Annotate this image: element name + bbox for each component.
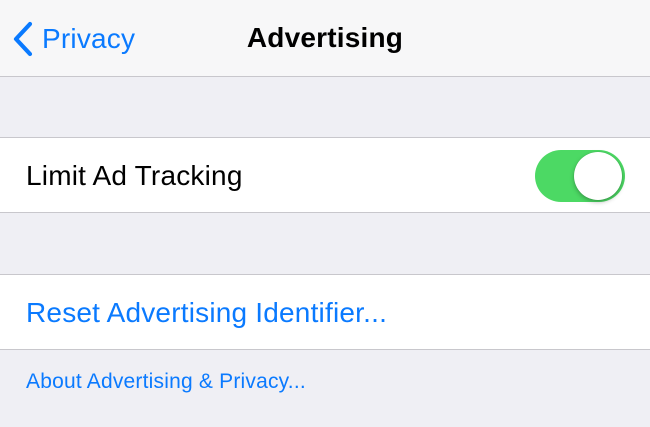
advertising-settings-screen: Privacy Advertising Limit Ad Tracking Re… xyxy=(0,0,650,427)
reset-advertising-identifier-button[interactable]: Reset Advertising Identifier... xyxy=(26,297,387,329)
reset-identifier-row[interactable]: Reset Advertising Identifier... xyxy=(0,274,650,350)
navigation-bar: Privacy Advertising xyxy=(0,0,650,77)
page-title: Advertising xyxy=(246,22,404,53)
limit-ad-tracking-row: Limit Ad Tracking xyxy=(0,137,650,213)
toggle-knob xyxy=(574,152,622,200)
limit-ad-tracking-toggle[interactable] xyxy=(535,150,625,202)
limit-ad-tracking-label: Limit Ad Tracking xyxy=(26,160,243,191)
about-advertising-privacy-link[interactable]: About Advertising & Privacy... xyxy=(26,370,306,394)
